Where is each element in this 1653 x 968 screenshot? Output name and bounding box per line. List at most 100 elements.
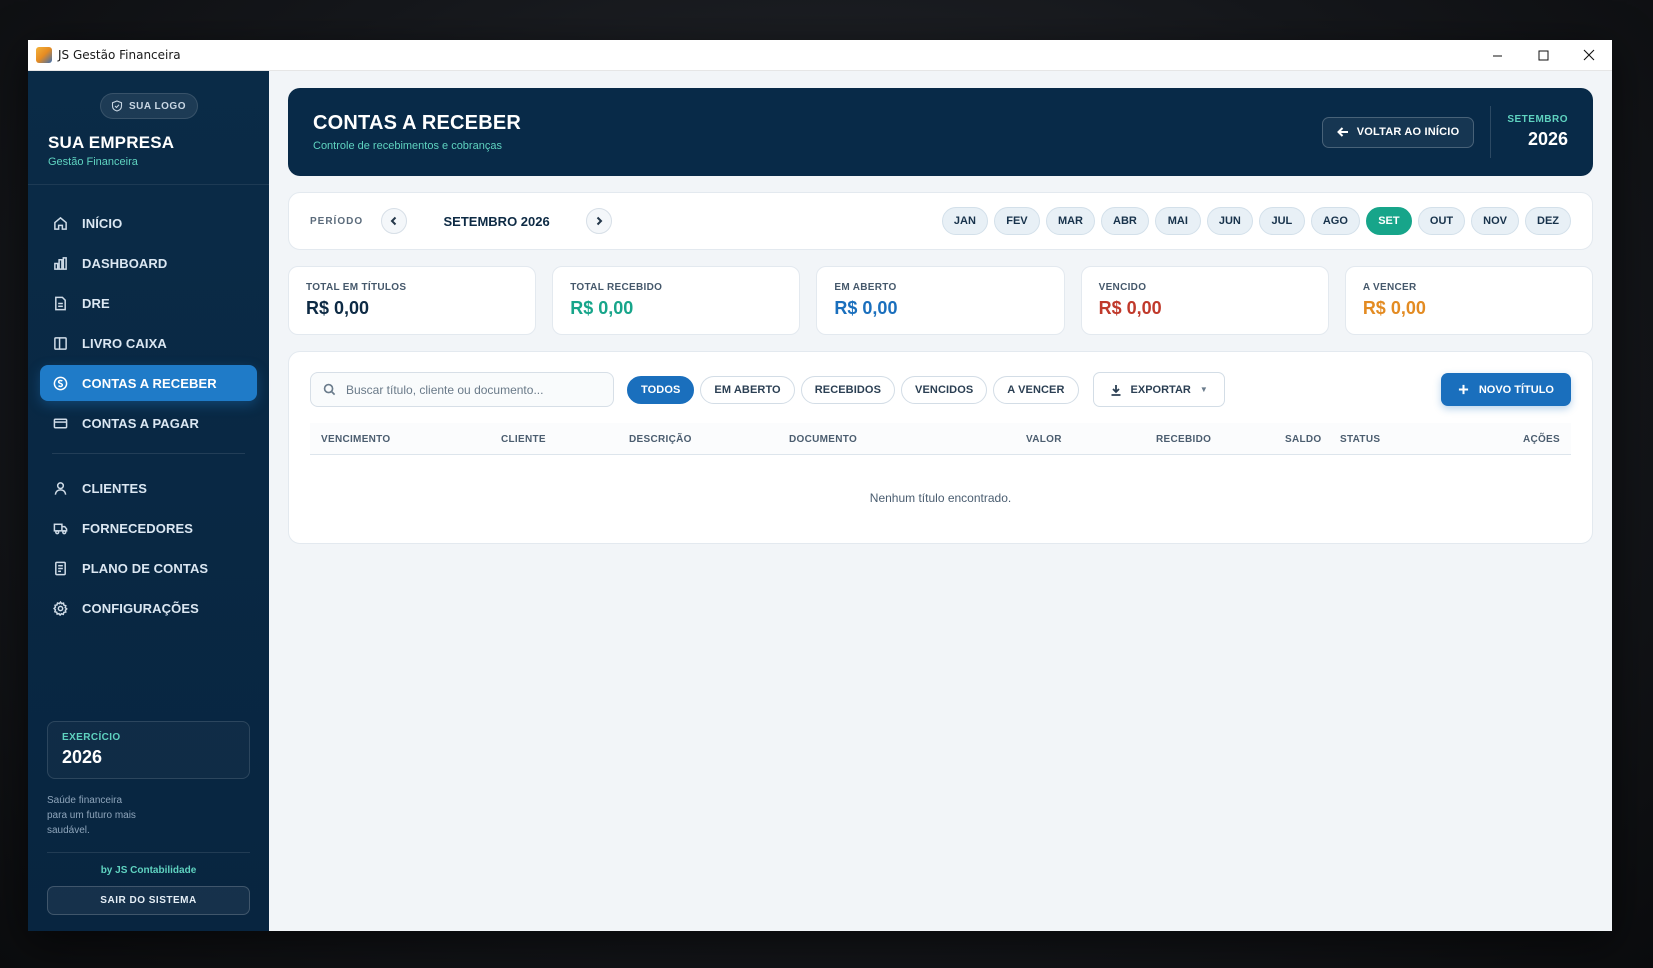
card-value: R$ 0,00 (1362, 298, 1426, 318)
period-value: SETEMBRO 2026 (443, 213, 550, 229)
new-title-button[interactable]: NOVO TÍTULO (1440, 373, 1571, 406)
filter-vencidos[interactable]: VENCIDOS (901, 375, 988, 404)
company-block: SUA EMPRESA Gestão Financeira (28, 119, 269, 185)
sidebar-item-fornecedores[interactable]: FORNECEDORES (40, 510, 257, 546)
logout-button[interactable]: SAIR DO SISTEMA (47, 886, 250, 915)
sidebar-item-plano-de-contas[interactable]: PLANO DE CONTAS (40, 550, 257, 586)
truck-icon (53, 523, 68, 534)
month-abr[interactable]: ABR (1101, 207, 1149, 235)
user-icon (54, 481, 67, 495)
search-input[interactable] (346, 382, 596, 397)
back-to-home-button[interactable]: VOLTAR AO INÍCIO (1321, 116, 1475, 148)
card-label: TOTAL RECEBIDO (570, 282, 663, 293)
maximize-icon (1538, 50, 1548, 60)
period-label: PERÍODO (310, 215, 364, 227)
sidebar-item-clientes[interactable]: CLIENTES (40, 470, 257, 506)
shield-icon (111, 100, 123, 112)
sidebar-item-contas-a-receber[interactable]: CONTAS A RECEBER (40, 365, 257, 401)
card-value: R$ 0,00 (834, 298, 898, 318)
export-label: EXPORTAR (1130, 383, 1191, 396)
table-header: VENCIMENTO CLIENTE DESCRIÇÃO DOCUMENTO V… (310, 423, 1571, 455)
sidebar-item-label: CLIENTES (82, 480, 148, 496)
column-header[interactable]: DESCRIÇÃO (629, 434, 692, 445)
minimize-icon (1492, 55, 1502, 56)
minimize-button[interactable] (1474, 40, 1520, 71)
column-header[interactable]: DOCUMENTO (789, 434, 857, 445)
summary-cards: TOTAL EM TÍTULOS R$ 0,00 TOTAL RECEBIDO … (288, 266, 1594, 335)
window-title: JS Gestão Financeira (58, 48, 181, 62)
month-mar[interactable]: MAR (1045, 207, 1095, 235)
company-name: SUA EMPRESA (48, 133, 175, 152)
filter-recebidos[interactable]: RECEBIDOS (800, 375, 896, 404)
sidebar-item-contas-a-pagar[interactable]: CONTAS A PAGAR (40, 405, 257, 441)
sidebar-item-label: CONTAS A RECEBER (82, 375, 217, 391)
card-value: R$ 0,00 (306, 298, 370, 318)
month-fev[interactable]: FEV (993, 207, 1040, 235)
sidebar-item-label: CONFIGURAÇÕES (82, 600, 199, 616)
card-value: R$ 0,00 (1098, 298, 1162, 318)
next-month-button[interactable] (586, 208, 613, 234)
column-header[interactable]: VENCIMENTO (321, 434, 391, 445)
sidebar-item-livro-caixa[interactable]: LIVRO CAIXA (40, 325, 257, 361)
chevron-right-icon (596, 216, 603, 226)
sidebar-item-label: INÍCIO (82, 215, 123, 231)
month-jun[interactable]: JUN (1206, 207, 1253, 235)
book-icon (54, 336, 67, 350)
month-out[interactable]: OUT (1417, 207, 1466, 235)
card-value: R$ 0,00 (570, 298, 634, 318)
period-bar: PERÍODO SETEMBRO 2026 JAN FEV MAR ABR MA… (288, 192, 1593, 250)
month-mai[interactable]: MAI (1154, 207, 1201, 235)
month-dez[interactable]: DEZ (1525, 207, 1571, 235)
bar-chart-icon (54, 256, 67, 270)
month-nov[interactable]: NOV (1471, 207, 1519, 235)
exercise-label: EXERCÍCIO (62, 732, 121, 743)
chevron-left-icon (390, 216, 397, 226)
sidebar-item-dre[interactable]: DRE (40, 285, 257, 321)
search-icon (323, 383, 336, 396)
title-bar: JS Gestão Financeira (28, 40, 1612, 71)
card-icon (53, 418, 68, 428)
list-icon (55, 561, 66, 575)
arrow-left-icon (1336, 127, 1348, 137)
card-label: A VENCER (1362, 282, 1417, 293)
table-toolbar: TODOS EM ABERTO RECEBIDOS VENCIDOS A VEN… (310, 372, 1571, 407)
header-month: SETEMBRO (1507, 114, 1568, 125)
column-header[interactable]: SALDO (1285, 434, 1322, 445)
sidebar-item-label: LIVRO CAIXA (82, 335, 167, 351)
sidebar-item-inicio[interactable]: INÍCIO (40, 205, 257, 241)
sidebar-item-configuracoes[interactable]: CONFIGURAÇÕES (40, 590, 257, 626)
search-box (310, 372, 614, 407)
empty-state-message: Nenhum título encontrado. (869, 491, 1012, 505)
exercise-box: EXERCÍCIO 2026 (47, 721, 250, 779)
main-content: CONTAS A RECEBER Controle de recebimento… (269, 71, 1612, 931)
prev-month-button[interactable] (381, 208, 408, 234)
page-title: CONTAS A RECEBER (313, 112, 522, 134)
home-icon (54, 216, 67, 230)
logo-placeholder[interactable]: SUA LOGO (99, 93, 198, 119)
column-header[interactable]: CLIENTE (501, 434, 546, 445)
sidebar-item-dashboard[interactable]: DASHBOARD (40, 245, 257, 281)
month-jul[interactable]: JUL (1258, 207, 1305, 235)
month-selector: JAN FEV MAR ABR MAI JUN JUL AGO SET OUT … (941, 207, 1571, 235)
column-header[interactable]: RECEBIDO (1156, 434, 1211, 445)
month-set[interactable]: SET (1365, 207, 1412, 235)
card-total-recebido: TOTAL RECEBIDO R$ 0,00 (552, 266, 801, 335)
plus-icon (1458, 384, 1468, 395)
column-header[interactable]: VALOR (1026, 434, 1062, 445)
header-date: SETEMBRO 2026 (1507, 114, 1568, 150)
column-header[interactable]: AÇÕES (1523, 434, 1560, 445)
maximize-button[interactable] (1520, 40, 1566, 71)
titles-panel: TODOS EM ABERTO RECEBIDOS VENCIDOS A VEN… (288, 351, 1593, 544)
coin-icon (53, 376, 68, 390)
column-header[interactable]: STATUS (1340, 434, 1380, 445)
gear-icon (53, 600, 68, 616)
month-jan[interactable]: JAN (941, 207, 988, 235)
company-subtitle: Gestão Financeira (48, 156, 138, 168)
card-em-aberto: EM ABERTO R$ 0,00 (816, 266, 1065, 335)
filter-a-vencer[interactable]: A VENCER (993, 375, 1079, 404)
month-ago[interactable]: AGO (1310, 207, 1360, 235)
filter-em-aberto[interactable]: EM ABERTO (700, 375, 795, 404)
filter-todos[interactable]: TODOS (627, 375, 695, 404)
export-button[interactable]: EXPORTAR ▼ (1092, 372, 1225, 407)
close-button[interactable] (1566, 40, 1612, 71)
